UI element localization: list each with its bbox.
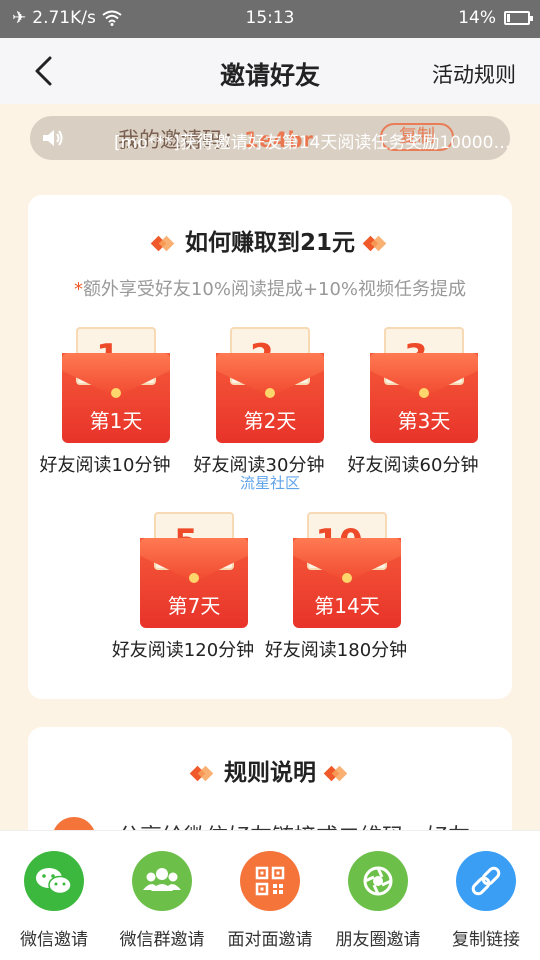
- wechat-icon: [24, 851, 84, 911]
- red-envelope-icon: 10元 第14天: [293, 510, 401, 628]
- how-to-earn-title: 如何赚取到21元: [184, 230, 355, 256]
- asterisk: *: [73, 279, 83, 300]
- reward-day-2: 2元 第2天 好友阅读30分钟: [184, 325, 334, 485]
- share-face-to-face-button[interactable]: 面对面邀请: [216, 851, 324, 950]
- diamond-icon: [362, 235, 387, 253]
- share-wechat-group-label: 微信群邀请: [119, 930, 205, 950]
- rules-title: 规则说明: [224, 760, 316, 786]
- reward-day: 第2天: [243, 409, 297, 433]
- watermark-text: 流星社区: [240, 474, 301, 492]
- red-envelope-icon: 5元 第7天: [140, 510, 248, 628]
- reward-day: 第1天: [89, 409, 143, 433]
- share-wechat-group-button[interactable]: 微信群邀请: [108, 851, 216, 950]
- red-envelope-icon: 2元 第2天: [216, 325, 324, 443]
- reward-day: 第3天: [397, 409, 451, 433]
- share-face-to-face-label: 面对面邀请: [227, 930, 313, 950]
- share-wechat-button[interactable]: 微信邀请: [0, 851, 108, 950]
- reward-day-3: 3元 第3天 好友阅读60分钟: [338, 325, 488, 485]
- status-bar: ✈ 2.71K/s 15:13 14%: [0, 0, 540, 38]
- qrcode-icon: [240, 851, 300, 911]
- diamond-icon: [189, 765, 214, 783]
- how-to-earn-heading: 如何赚取到21元: [28, 223, 512, 257]
- rules-heading: 规则说明: [28, 753, 512, 787]
- reward-condition: 好友阅读60分钟: [347, 455, 479, 476]
- share-moments-label: 朋友圈邀请: [335, 930, 421, 950]
- commission-note: *额外享受好友10%阅读提成+10%视频任务提成: [28, 275, 512, 301]
- activity-rules-link[interactable]: 活动规则: [432, 59, 516, 89]
- speaker-icon: [43, 130, 63, 146]
- reward-day-7: 5元 第7天 好友阅读120分钟: [108, 510, 258, 670]
- reward-condition: 好友阅读180分钟: [264, 640, 408, 661]
- reward-day: 第14天: [314, 594, 380, 618]
- nav-bar: 邀请好友 活动规则: [0, 38, 540, 104]
- share-bar: 微信邀请 微信群邀请 面对面邀请 朋友圈邀请 复制链接: [0, 830, 540, 960]
- diamond-icon: [150, 235, 175, 253]
- share-moments-button[interactable]: 朋友圈邀请: [324, 851, 432, 950]
- reward-day: 第7天: [167, 594, 221, 618]
- group-icon: [132, 851, 192, 911]
- copy-link-button[interactable]: 复制链接: [432, 851, 540, 950]
- battery-icon: [504, 11, 533, 25]
- notice-strip: 我的邀请码：1e4br 复制 [mo***]获得邀请好友第14天阅读任务奖励10…: [30, 116, 510, 160]
- copy-link-label: 复制链接: [452, 930, 520, 950]
- battery-percent: 14%: [458, 8, 496, 28]
- notice-marquee: [mo***]获得邀请好友第14天阅读任务奖励100000…: [114, 133, 510, 153]
- moments-icon: [348, 851, 408, 911]
- reward-day-14: 10元 第14天 好友阅读180分钟: [261, 510, 411, 670]
- share-wechat-label: 微信邀请: [20, 930, 88, 950]
- commission-note-text: 额外享受好友10%阅读提成+10%视频任务提成: [82, 279, 467, 300]
- red-envelope-icon: 1元 第1天: [62, 325, 170, 443]
- link-icon: [456, 851, 516, 911]
- how-to-earn-card: 如何赚取到21元 *额外享受好友10%阅读提成+10%视频任务提成 1元 第1天…: [28, 195, 512, 699]
- red-envelope-icon: 3元 第3天: [370, 325, 478, 443]
- diamond-icon: [323, 765, 348, 783]
- reward-day-1: 1元 第1天 好友阅读10分钟: [30, 325, 180, 485]
